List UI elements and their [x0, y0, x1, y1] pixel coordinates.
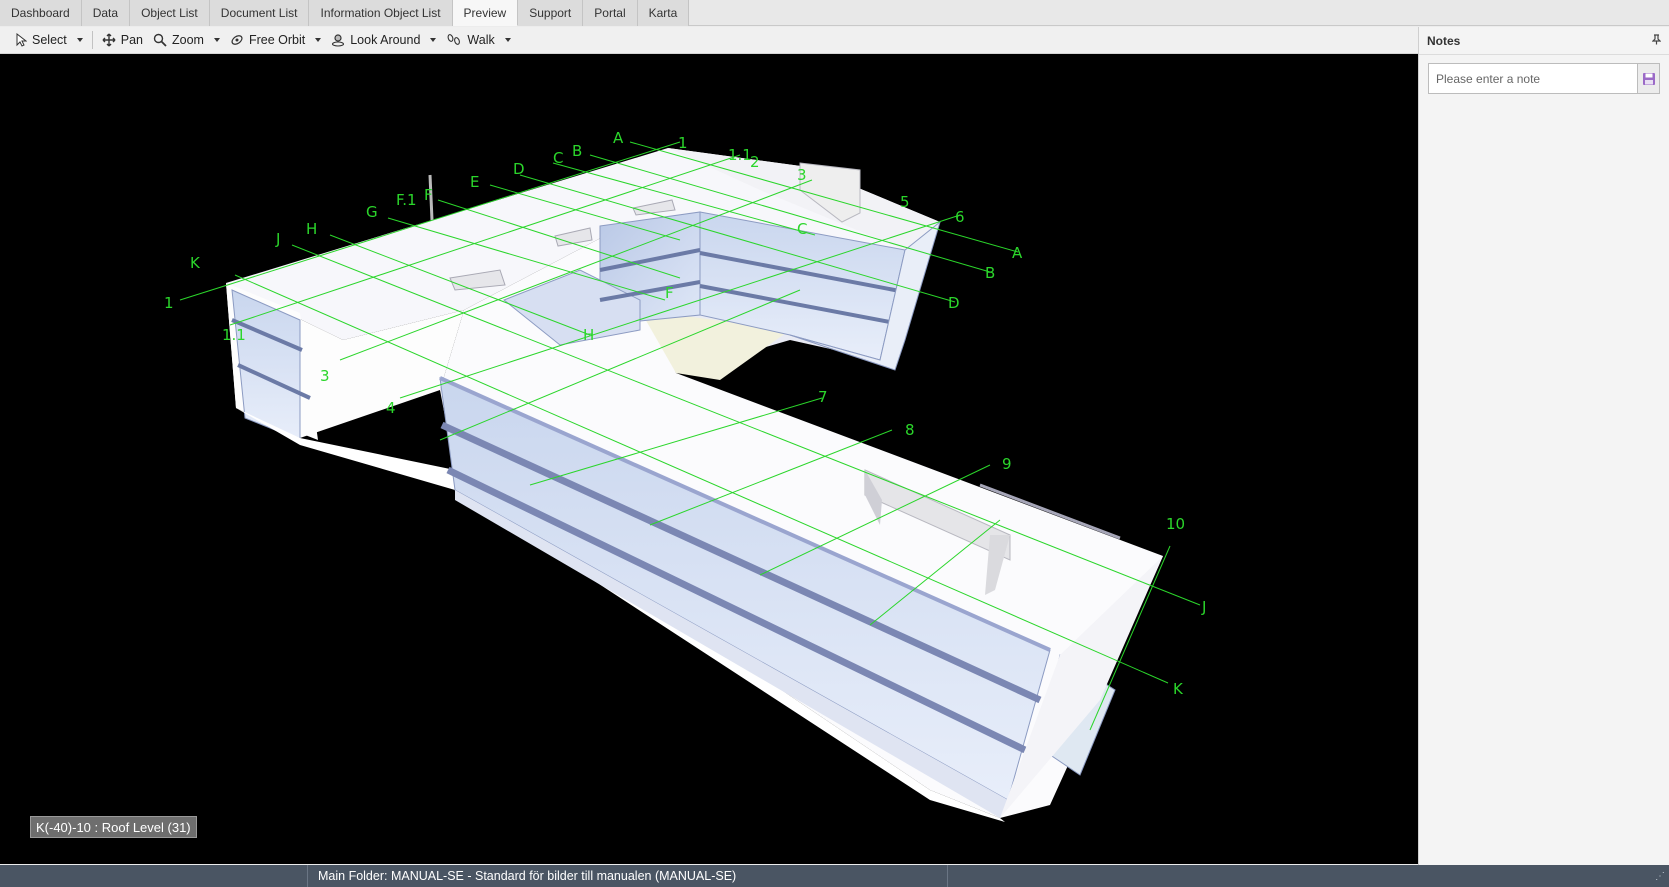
grid-label-1-left: 1	[164, 294, 174, 312]
grid-label-1-1-top: 1.1	[728, 146, 752, 164]
look-around-tool-label: Look Around	[350, 33, 421, 47]
tab-preview[interactable]: Preview	[452, 0, 519, 26]
building-model-render[interactable]: A B C D E F.1 F G H J K 1 1.1 3 4 1 1.1 …	[0, 54, 1418, 864]
main-tab-bar: Dashboard Data Object List Document List…	[0, 0, 1669, 26]
grid-label-h-mid: H	[583, 326, 594, 344]
chevron-down-icon[interactable]	[315, 38, 322, 42]
grid-label-e-top: E	[470, 173, 479, 191]
pin-icon[interactable]	[1651, 33, 1662, 48]
grid-label-8: 8	[905, 421, 915, 439]
level-indicator-badge: K(-40)-10 : Roof Level (31)	[30, 816, 197, 838]
free-orbit-tool-button[interactable]: Free Orbit	[225, 29, 326, 51]
grid-label-h-top: H	[306, 220, 317, 238]
grid-label-d-top: D	[513, 160, 525, 178]
grid-label-a-top: A	[613, 129, 624, 147]
tab-portal[interactable]: Portal	[583, 0, 638, 26]
grid-label-7: 7	[818, 388, 828, 406]
grid-label-f-top: F	[424, 186, 433, 204]
select-tool-label: Select	[32, 33, 67, 47]
tab-support[interactable]: Support	[518, 0, 584, 26]
walk-tool-label: Walk	[467, 33, 495, 47]
grid-label-k-right: K	[1173, 680, 1184, 698]
grid-label-k-top: K	[190, 254, 201, 272]
grid-label-10: 10	[1166, 515, 1185, 533]
grid-label-1-top: 1	[678, 134, 688, 152]
grid-label-4-left: 4	[386, 399, 396, 417]
walk-tool-button[interactable]: Walk	[441, 29, 515, 51]
tab-dashboard[interactable]: Dashboard	[0, 0, 82, 26]
app-window: Dashboard Data Object List Document List…	[0, 0, 1669, 887]
tab-information-object-list[interactable]: Information Object List	[309, 0, 453, 26]
status-folder-path: Main Folder: MANUAL-SE - Standard för bi…	[308, 865, 948, 887]
notes-panel: Notes	[1418, 27, 1669, 865]
3d-viewport[interactable]: A B C D E F.1 F G H J K 1 1.1 3 4 1 1.1 …	[0, 54, 1418, 864]
free-orbit-tool-label: Free Orbit	[248, 33, 306, 47]
grid-label-1-1-left: 1.1	[222, 326, 246, 344]
grid-label-c-mid: C	[797, 220, 807, 238]
viewer-toolbar: Select Pan Zoom Free Orbit Look Around W…	[0, 27, 1418, 54]
look-around-icon	[332, 34, 345, 47]
grid-label-3-left: 3	[320, 367, 330, 385]
chevron-down-icon[interactable]	[76, 38, 83, 42]
select-tool-button[interactable]: Select	[10, 29, 88, 51]
grid-label-f1-top: F.1	[396, 191, 417, 209]
save-note-button[interactable]	[1638, 63, 1660, 94]
chevron-down-icon[interactable]	[504, 38, 511, 42]
notes-title: Notes	[1427, 33, 1461, 48]
grid-label-b-right: B	[985, 264, 995, 282]
resize-grip-icon[interactable]: ⋰	[1655, 871, 1665, 882]
note-input[interactable]	[1428, 63, 1638, 94]
chevron-down-icon[interactable]	[213, 38, 220, 42]
zoom-tool-button[interactable]: Zoom	[148, 29, 225, 51]
grid-label-2-top: 2	[750, 153, 760, 171]
tab-data[interactable]: Data	[81, 0, 131, 26]
floppy-disk-icon	[1642, 72, 1655, 85]
look-around-tool-button[interactable]: Look Around	[326, 29, 441, 51]
note-entry-row	[1428, 63, 1661, 94]
orbit-icon	[231, 35, 243, 45]
chevron-down-icon[interactable]	[430, 38, 437, 42]
pan-tool-label: Pan	[120, 33, 143, 47]
status-bar: Main Folder: MANUAL-SE - Standard för bi…	[0, 865, 1669, 887]
move-arrows-icon	[102, 33, 116, 47]
notes-header: Notes	[1419, 27, 1669, 55]
grid-label-6-right: 6	[955, 208, 965, 226]
toolbar-divider	[91, 31, 93, 49]
cursor-arrow-icon	[16, 33, 27, 47]
tab-object-list[interactable]: Object List	[130, 0, 210, 26]
grid-label-a-right: A	[1012, 244, 1023, 262]
footprints-icon	[447, 34, 461, 45]
tab-document-list[interactable]: Document List	[209, 0, 310, 26]
grid-label-c-top: C	[553, 149, 563, 167]
pan-tool-button[interactable]: Pan	[97, 29, 148, 51]
grid-label-f-mid: F	[665, 284, 674, 302]
tab-karta[interactable]: Karta	[637, 0, 690, 26]
zoom-tool-label: Zoom	[172, 33, 204, 47]
grid-label-d-right: D	[948, 294, 960, 312]
grid-label-j-top: J	[275, 230, 280, 248]
grid-label-b-top: B	[572, 142, 582, 160]
grid-label-5-right: 5	[900, 193, 910, 211]
grid-label-g-top: G	[366, 203, 378, 221]
grid-label-j-right: J	[1201, 598, 1206, 616]
grid-label-3-top: 3	[797, 166, 807, 184]
grid-label-9: 9	[1002, 455, 1012, 473]
magnifier-icon	[153, 33, 167, 47]
status-bar-left-section	[0, 865, 308, 887]
